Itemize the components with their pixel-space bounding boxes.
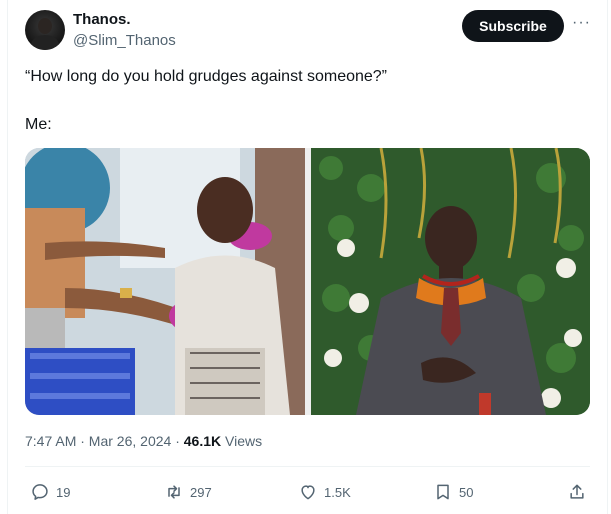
photo-child[interactable]	[25, 148, 305, 415]
views-count: 46.1K	[183, 433, 222, 449]
reply-button[interactable]: 19	[30, 482, 70, 502]
bookmark-button[interactable]: 50	[433, 482, 473, 502]
avatar-body	[31, 35, 59, 50]
reply-icon	[32, 484, 48, 500]
share-button[interactable]	[567, 482, 593, 502]
frame-border-right	[607, 0, 608, 514]
tweet-text-line-2: Me:	[25, 116, 52, 133]
views-label: Views	[221, 433, 263, 449]
more-options-icon[interactable]: ···	[572, 14, 591, 32]
heart-icon	[301, 485, 315, 500]
frame-border-left	[7, 0, 8, 514]
photo-man[interactable]	[311, 148, 590, 415]
subscribe-button[interactable]: Subscribe	[462, 10, 564, 42]
like-count: 1.5K	[324, 484, 351, 500]
retweet-icon	[168, 485, 180, 499]
bookmark-icon	[437, 484, 449, 500]
avatar-face	[38, 18, 52, 34]
tweet-text-line-1: “How long do you hold grudges against so…	[25, 68, 388, 85]
retweet-count: 297	[190, 484, 212, 500]
author-handle[interactable]: @Slim_Thanos	[73, 32, 176, 49]
like-button[interactable]: 1.5K	[298, 482, 351, 502]
tweet-timestamp[interactable]: 7:47 AM · Mar 26, 2024 · 46.1K Views	[25, 433, 262, 449]
author-name[interactable]: Thanos.	[73, 11, 131, 28]
photo-man-illustration	[311, 148, 590, 415]
share-icon	[570, 484, 584, 499]
tweet-time-date: 7:47 AM · Mar 26, 2024 ·	[25, 433, 184, 449]
photo-child-illustration	[25, 148, 305, 415]
bookmark-count: 50	[459, 484, 474, 500]
tweet-media[interactable]	[25, 148, 590, 415]
retweet-button[interactable]: 297	[164, 482, 212, 502]
reply-count: 19	[56, 484, 71, 500]
avatar[interactable]	[25, 10, 65, 50]
divider	[25, 466, 590, 467]
